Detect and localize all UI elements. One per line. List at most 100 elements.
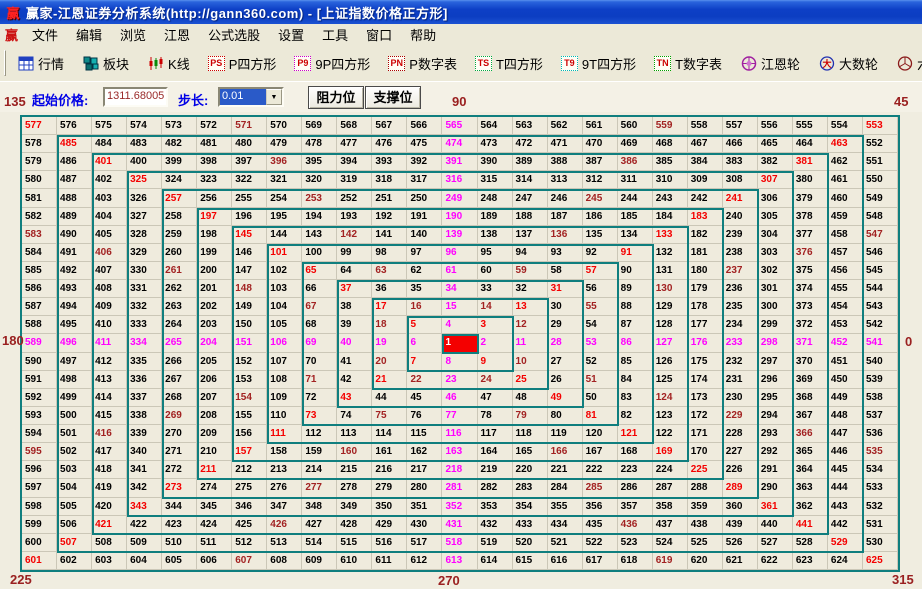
grid-cell-449[interactable]: 449 <box>828 389 863 407</box>
grid-cell-440[interactable]: 440 <box>758 516 793 534</box>
grid-cell-50[interactable]: 50 <box>583 389 618 407</box>
grid-cell-168[interactable]: 168 <box>618 443 653 461</box>
grid-cell-303[interactable]: 303 <box>758 244 793 262</box>
grid-cell-554[interactable]: 554 <box>828 117 863 135</box>
grid-cell-397[interactable]: 397 <box>232 153 267 171</box>
grid-cell-330[interactable]: 330 <box>127 262 162 280</box>
grid-cell-606[interactable]: 606 <box>197 552 232 570</box>
grid-cell-313[interactable]: 313 <box>548 171 583 189</box>
grid-cell-192[interactable]: 192 <box>372 208 407 226</box>
grid-cell-547[interactable]: 547 <box>863 226 898 244</box>
grid-cell-382[interactable]: 382 <box>758 153 793 171</box>
grid-cell-409[interactable]: 409 <box>92 298 127 316</box>
grid-cell-564[interactable]: 564 <box>478 117 513 135</box>
grid-cell-416[interactable]: 416 <box>92 425 127 443</box>
grid-cell-244[interactable]: 244 <box>618 189 653 207</box>
grid-cell-41[interactable]: 41 <box>337 353 372 371</box>
grid-cell-430[interactable]: 430 <box>407 516 442 534</box>
grid-cell-240[interactable]: 240 <box>723 208 758 226</box>
grid-cell-316[interactable]: 316 <box>442 171 477 189</box>
grid-cell-141[interactable]: 141 <box>372 226 407 244</box>
grid-cell-172[interactable]: 172 <box>688 407 723 425</box>
grid-cell-419[interactable]: 419 <box>92 479 127 497</box>
grid-cell-539[interactable]: 539 <box>863 371 898 389</box>
grid-cell-605[interactable]: 605 <box>162 552 197 570</box>
grid-cell-306[interactable]: 306 <box>758 189 793 207</box>
grid-cell-351[interactable]: 351 <box>407 498 442 516</box>
grid-cell-273[interactable]: 273 <box>162 479 197 497</box>
grid-cell-589[interactable]: 589 <box>22 334 57 352</box>
grid-cell-182[interactable]: 182 <box>688 226 723 244</box>
grid-cell-194[interactable]: 194 <box>302 208 337 226</box>
grid-cell-212[interactable]: 212 <box>232 461 267 479</box>
grid-cell-568[interactable]: 568 <box>337 117 372 135</box>
grid-cell-102[interactable]: 102 <box>267 262 302 280</box>
grid-cell-150[interactable]: 150 <box>232 316 267 334</box>
grid-cell-276[interactable]: 276 <box>267 479 302 497</box>
grid-cell-115[interactable]: 115 <box>407 425 442 443</box>
grid-cell-77[interactable]: 77 <box>442 407 477 425</box>
grid-cell-475[interactable]: 475 <box>407 135 442 153</box>
grid-cell-25[interactable]: 25 <box>513 371 548 389</box>
grid-cell-553[interactable]: 553 <box>863 117 898 135</box>
grid-cell-23[interactable]: 23 <box>442 371 477 389</box>
grid-cell-26[interactable]: 26 <box>548 371 583 389</box>
grid-cell-46[interactable]: 46 <box>442 389 477 407</box>
grid-cell-619[interactable]: 619 <box>653 552 688 570</box>
grid-cell-470[interactable]: 470 <box>583 135 618 153</box>
grid-cell-106[interactable]: 106 <box>267 334 302 352</box>
grid-cell-134[interactable]: 134 <box>618 226 653 244</box>
grid-cell-478[interactable]: 478 <box>302 135 337 153</box>
grid-cell-595[interactable]: 595 <box>22 443 57 461</box>
grid-cell-445[interactable]: 445 <box>828 461 863 479</box>
grid-cell-343[interactable]: 343 <box>127 498 162 516</box>
grid-cell-494[interactable]: 494 <box>57 298 92 316</box>
grid-cell-483[interactable]: 483 <box>127 135 162 153</box>
grid-cell-75[interactable]: 75 <box>372 407 407 425</box>
grid-cell-444[interactable]: 444 <box>828 479 863 497</box>
menu-item-1[interactable]: 文件 <box>23 26 67 45</box>
grid-cell-43[interactable]: 43 <box>337 389 372 407</box>
grid-cell-492[interactable]: 492 <box>57 262 92 280</box>
grid-cell-385[interactable]: 385 <box>653 153 688 171</box>
grid-cell-391[interactable]: 391 <box>442 153 477 171</box>
grid-cell-336[interactable]: 336 <box>127 371 162 389</box>
grid-cell-101[interactable]: 101 <box>267 244 302 262</box>
grid-cell-91[interactable]: 91 <box>618 244 653 262</box>
grid-cell-399[interactable]: 399 <box>162 153 197 171</box>
grid-cell-414[interactable]: 414 <box>92 389 127 407</box>
grid-cell-490[interactable]: 490 <box>57 226 92 244</box>
step-combobox[interactable]: 0.01 ▼ <box>218 87 284 107</box>
grid-cell-467[interactable]: 467 <box>688 135 723 153</box>
grid-cell-352[interactable]: 352 <box>442 498 477 516</box>
grid-cell-432[interactable]: 432 <box>478 516 513 534</box>
grid-cell-11[interactable]: 11 <box>513 334 548 352</box>
grid-cell-403[interactable]: 403 <box>92 189 127 207</box>
grid-cell-460[interactable]: 460 <box>828 189 863 207</box>
grid-cell-484[interactable]: 484 <box>92 135 127 153</box>
grid-cell-206[interactable]: 206 <box>197 371 232 389</box>
grid-cell-555[interactable]: 555 <box>793 117 828 135</box>
grid-cell-512[interactable]: 512 <box>232 534 267 552</box>
grid-cell-239[interactable]: 239 <box>723 226 758 244</box>
grid-cell-622[interactable]: 622 <box>758 552 793 570</box>
grid-cell-327[interactable]: 327 <box>127 208 162 226</box>
grid-cell-469[interactable]: 469 <box>618 135 653 153</box>
grid-cell-149[interactable]: 149 <box>232 298 267 316</box>
grid-cell-415[interactable]: 415 <box>92 407 127 425</box>
grid-cell-548[interactable]: 548 <box>863 208 898 226</box>
grid-cell-340[interactable]: 340 <box>127 443 162 461</box>
grid-cell-82[interactable]: 82 <box>618 407 653 425</box>
grid-cell-69[interactable]: 69 <box>302 334 337 352</box>
grid-cell-163[interactable]: 163 <box>442 443 477 461</box>
grid-cell-243[interactable]: 243 <box>653 189 688 207</box>
grid-cell-370[interactable]: 370 <box>793 353 828 371</box>
grid-cell-348[interactable]: 348 <box>302 498 337 516</box>
grid-cell-346[interactable]: 346 <box>232 498 267 516</box>
grid-cell-477[interactable]: 477 <box>337 135 372 153</box>
grid-cell-107[interactable]: 107 <box>267 353 302 371</box>
grid-cell-226[interactable]: 226 <box>723 461 758 479</box>
toolbar-button-blocks[interactable]: 板块 <box>76 51 135 76</box>
grid-cell-305[interactable]: 305 <box>758 208 793 226</box>
grid-cell-567[interactable]: 567 <box>372 117 407 135</box>
